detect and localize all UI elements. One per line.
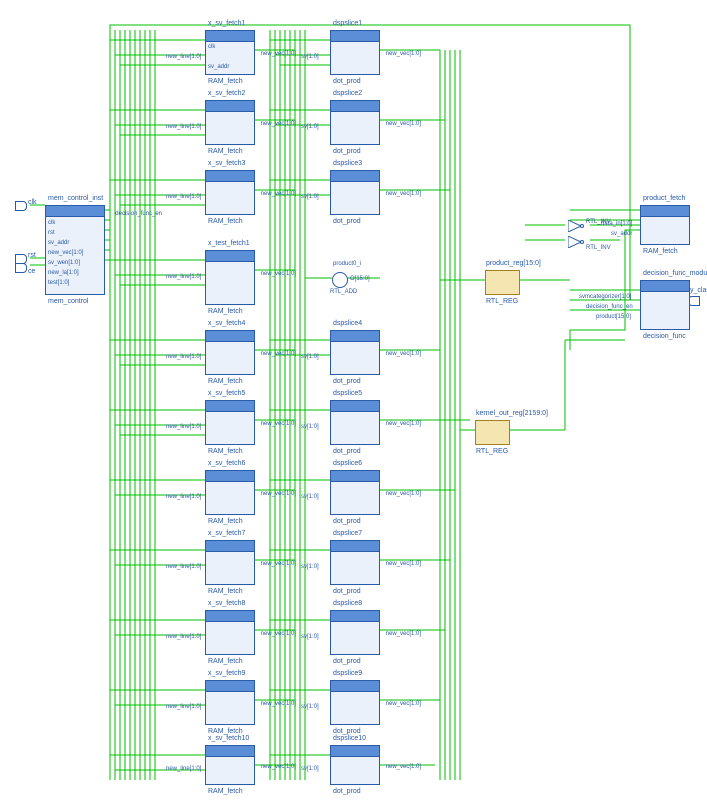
dsp-7: dspslice7 sv[1:0] new_vec[1:0] dot_prod <box>330 540 380 585</box>
dsp-10: dspslice10 sv[1:0] new_vec[1:0] dot_prod <box>330 745 380 785</box>
dsp-3: dspslice3 sv[1:0] new_vec[1:0] dot_prod <box>330 170 380 215</box>
sv-fetch-6: x_sv_fetch6 new_line[1:0] new_vec[1:0] R… <box>205 470 255 515</box>
rtl-add-label2: O[15:0] <box>350 276 370 282</box>
rst-label: rst <box>28 252 36 259</box>
kernel-out-reg: kernel_out_reg[2159:0] RTL_REG <box>475 420 510 445</box>
ce-label: ce <box>28 268 35 275</box>
ce-pin <box>15 263 27 273</box>
rtl-add-label1: product0_i <box>333 261 361 267</box>
dsp-9: dspslice9 sv[1:0] new_vec[1:0] dot_prod <box>330 680 380 725</box>
clk-label: clk <box>28 199 37 206</box>
sv-fetch-8: x_sv_fetch8 new_line[1:0] new_vec[1:0] R… <box>205 610 255 655</box>
dsp-2: dspslice2 sv[1:0] new_vec[1:0] dot_prod <box>330 100 380 145</box>
decision-func-block: decision_func_module svmcategorizer[1:0]… <box>640 280 690 330</box>
test-fetch-1: x_test_fetch1 new_line[1:0] new_vec[1:0]… <box>205 250 255 305</box>
sv-fetch-1: x_sv_fetch1 clk new_line[1:0] sv_addr ne… <box>205 30 255 75</box>
rtl-add-label3: RTL_ADD <box>330 289 357 295</box>
dsp-4: dspslice4 sv[1:0] new_vec[1:0] dot_prod <box>330 330 380 375</box>
sv-fetch-7: x_sv_fetch7 new_line[1:0] new_vec[1:0] R… <box>205 540 255 585</box>
rtl-inv-2-label: RTL_INV <box>586 245 611 251</box>
dsp-1: dspslice1 sv[1:0] new_vec[1:0] dot_prod <box>330 30 380 75</box>
sv-fetch-4: x_sv_fetch4 new_line[1:0] new_vec[1:0] R… <box>205 330 255 375</box>
rtl-inv-1 <box>568 220 584 234</box>
sv-fetch-3: x_sv_fetch3 new_line[1:0] new_vec[1:0] R… <box>205 170 255 215</box>
sv-fetch-2: x_sv_fetch2 new_line[1:0] new_vec[1:0] R… <box>205 100 255 145</box>
mem-control-block: mem_control_inst clk rst sv_addr new_vec… <box>45 205 105 295</box>
sv-fetch-9: x_sv_fetch9 new_line[1:0] new_vec[1:0] R… <box>205 680 255 725</box>
mem-control-title: mem_control_inst <box>48 195 103 202</box>
rtl-inv-2 <box>568 236 584 250</box>
clk-pin <box>15 201 27 211</box>
y-class-label: y_class <box>690 287 707 294</box>
dsp-5: dspslice5 sv[1:0] new_vec[1:0] dot_prod <box>330 400 380 445</box>
product-reg: product_reg[15:0] RTL_REG <box>485 270 520 295</box>
product-fetch-block: product_fetch data_in[1:0] sv_addr RAM_f… <box>640 205 690 245</box>
schematic-canvas: clk rst ce y_class mem_control_inst clk … <box>10 10 697 795</box>
dsp-8: dspslice8 sv[1:0] new_vec[1:0] dot_prod <box>330 610 380 655</box>
mem-control-footer: mem_control <box>48 298 88 305</box>
sv-fetch-5: x_sv_fetch5 new_line[1:0] new_vec[1:0] R… <box>205 400 255 445</box>
dsp-6: dspslice6 sv[1:0] new_vec[1:0] dot_prod <box>330 470 380 515</box>
sv-fetch-10: x_sv_fetch10 new_line[1:0] new_vec[1:0] … <box>205 745 255 785</box>
rtl-add-icon <box>332 272 348 288</box>
